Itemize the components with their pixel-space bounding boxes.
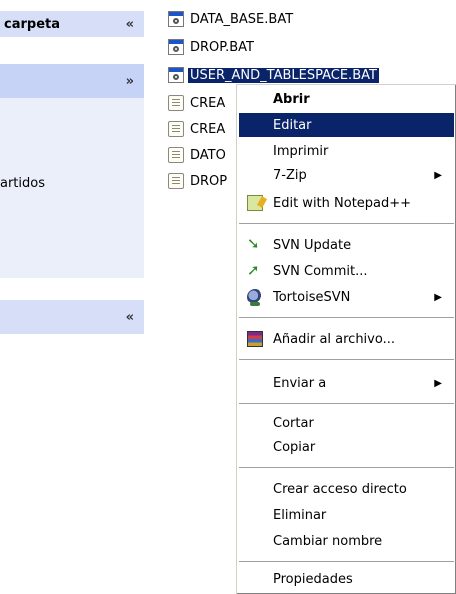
menu-item-abrir[interactable]: Abrir	[239, 87, 454, 111]
file-item[interactable]: CREA	[168, 94, 227, 112]
file-item-selected[interactable]: USER_AND_TABLESPACE.BAT	[168, 66, 379, 84]
file-item[interactable]: DROP.BAT	[168, 38, 256, 56]
menu-label: TortoiseSVN	[273, 289, 351, 305]
text-file-icon	[168, 95, 184, 111]
menu-label: 7-Zip	[273, 167, 307, 183]
menu-separator	[239, 403, 454, 405]
svn-commit-icon	[247, 261, 263, 279]
menu-separator	[239, 359, 454, 361]
submenu-arrow-icon: ▶	[434, 291, 442, 303]
menu-label: Cambiar nombre	[273, 533, 383, 549]
task-pane-title-folder: carpeta	[4, 16, 60, 32]
menu-label: Copiar	[273, 439, 316, 455]
menu-separator	[239, 223, 454, 225]
menu-item-imprimir[interactable]: Imprimir	[239, 139, 454, 163]
menu-item-editar[interactable]: Editar	[239, 113, 454, 137]
menu-item-enviar-a[interactable]: Enviar a ▶	[239, 371, 454, 395]
menu-label: Enviar a	[273, 375, 327, 391]
submenu-arrow-icon: ▶	[434, 169, 442, 181]
menu-item-crear-acceso-directo[interactable]: Crear acceso directo	[239, 477, 454, 501]
menu-label: Editar	[273, 117, 312, 133]
tortoisesvn-icon	[247, 289, 263, 306]
menu-item-cambiar-nombre[interactable]: Cambiar nombre	[239, 529, 454, 553]
chevron-expand-icon[interactable]: »	[126, 75, 134, 88]
menu-label: Propiedades	[273, 571, 353, 587]
menu-item-cortar[interactable]: Cortar	[239, 411, 454, 435]
menu-item-notepad-plus-plus[interactable]: Edit with Notepad++	[239, 191, 454, 215]
bat-file-icon	[168, 39, 184, 55]
menu-item-svn-commit[interactable]: SVN Commit...	[239, 259, 454, 283]
task-pane-section-other: «	[0, 300, 144, 334]
menu-item-eliminar[interactable]: Eliminar	[239, 503, 454, 527]
task-pane-header-details[interactable]: »	[0, 64, 144, 98]
menu-separator	[239, 561, 454, 563]
task-pane-shared-text: artidos	[0, 176, 45, 191]
file-name: USER_AND_TABLESPACE.BAT	[188, 67, 379, 83]
task-pane-section-details: » artidos	[0, 64, 144, 278]
menu-separator	[239, 317, 454, 319]
svn-update-icon	[247, 237, 263, 253]
task-pane-section-folder: carpeta «	[0, 11, 144, 37]
file-item[interactable]: DROP	[168, 172, 229, 190]
menu-item-propiedades[interactable]: Propiedades	[239, 567, 454, 591]
menu-label: Añadir al archivo...	[273, 331, 395, 347]
submenu-arrow-icon: ▶	[434, 377, 442, 389]
task-pane-header-other[interactable]: «	[0, 300, 144, 334]
file-item[interactable]: CREA	[168, 120, 227, 138]
menu-label: SVN Update	[273, 237, 352, 253]
menu-label: Abrir	[273, 91, 310, 107]
menu-label: Imprimir	[273, 143, 329, 159]
menu-label: Crear acceso directo	[273, 481, 407, 497]
bat-file-icon	[168, 11, 184, 27]
menu-separator	[239, 467, 454, 469]
file-name: DATO	[190, 147, 226, 163]
menu-label: Eliminar	[273, 507, 327, 523]
file-name: DROP.BAT	[190, 39, 254, 55]
winrar-archive-icon	[247, 331, 263, 347]
file-name: DROP	[190, 173, 228, 189]
chevron-collapse-icon[interactable]: «	[126, 311, 134, 324]
menu-item-7zip[interactable]: 7-Zip ▶	[239, 163, 454, 187]
file-name: CREA	[190, 121, 226, 137]
chevron-collapse-icon[interactable]: «	[126, 18, 134, 31]
menu-label: Cortar	[273, 415, 314, 431]
file-name: CREA	[190, 95, 226, 111]
menu-label: SVN Commit...	[273, 263, 368, 279]
text-file-icon	[168, 121, 184, 137]
menu-item-copiar[interactable]: Copiar	[239, 435, 454, 459]
menu-item-tortoisesvn[interactable]: TortoiseSVN ▶	[239, 285, 454, 309]
menu-item-svn-update[interactable]: SVN Update	[239, 233, 454, 257]
text-file-icon	[168, 147, 184, 163]
text-file-icon	[168, 173, 184, 189]
notepad-plus-plus-icon	[247, 195, 263, 211]
bat-file-icon	[168, 67, 184, 83]
menu-label: Edit with Notepad++	[273, 195, 412, 211]
menu-item-anadir-archivo[interactable]: Añadir al archivo...	[239, 327, 454, 351]
task-pane-header-folder[interactable]: carpeta «	[0, 11, 144, 37]
file-name: DATA_BASE.BAT	[190, 11, 294, 27]
file-item[interactable]: DATO	[168, 146, 228, 164]
file-item[interactable]: DATA_BASE.BAT	[168, 10, 295, 28]
context-menu: Abrir Editar Imprimir 7-Zip ▶ Edit with …	[236, 84, 456, 594]
